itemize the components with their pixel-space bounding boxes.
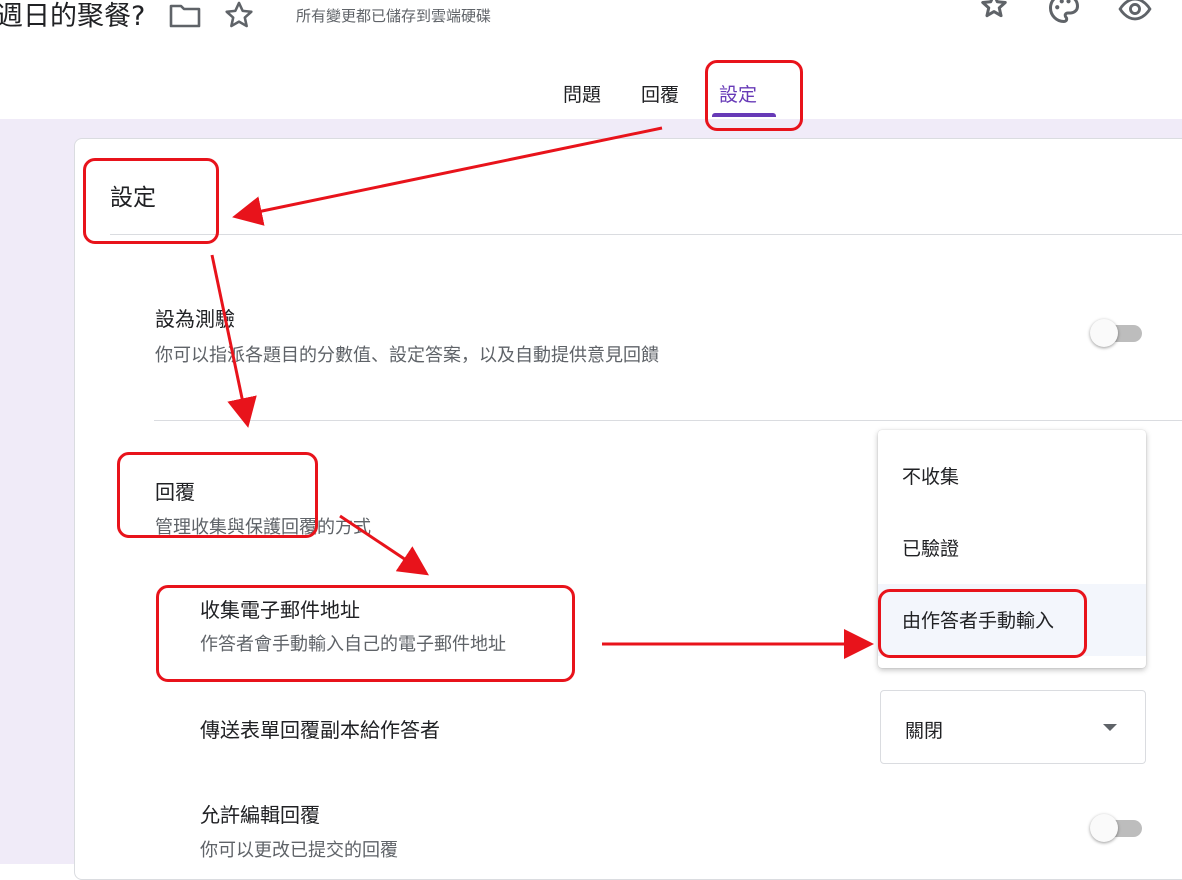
quiz-toggle[interactable] [1090,315,1146,349]
menu-option-verified[interactable]: 已驗證 [878,512,1146,584]
folder-icon[interactable] [168,0,202,34]
annotation-box-responder-input [878,589,1087,658]
quiz-setting-description: 你可以指派各題目的分數值、設定答案，以及自動提供意見回饋 [155,345,659,366]
palette-icon[interactable] [1046,0,1082,30]
divider [110,234,1182,235]
divider [154,420,1182,421]
send-copy-select[interactable]: 關閉 [880,690,1146,764]
save-status: 所有變更都已儲存到雲端硬碟 [296,7,492,25]
allow-edit-toggle[interactable] [1090,810,1146,844]
menu-option-label: 已驗證 [902,538,960,560]
send-copy-title: 傳送表單回覆副本給作答者 [200,718,440,742]
addon-icon[interactable] [976,0,1012,30]
send-copy-value: 關閉 [905,720,944,742]
allow-edit-description: 你可以更改已提交的回覆 [200,840,398,861]
menu-option-label: 不收集 [902,466,960,488]
star-icon[interactable] [222,0,256,36]
quiz-setting-title: 設為測驗 [155,307,235,331]
annotation-box-responses [117,452,318,538]
form-title[interactable]: 週日的聚餐? [0,0,145,33]
annotation-box-settings-heading [83,158,219,244]
menu-option-do-not-collect[interactable]: 不收集 [878,440,1146,512]
tab-responses[interactable]: 回覆 [641,80,679,107]
allow-edit-title: 允許編輯回覆 [200,803,320,827]
annotation-box-collect-email [156,585,575,682]
tab-questions[interactable]: 問題 [563,80,601,107]
dropdown-arrow-icon [1103,724,1117,731]
annotation-box-settings-tab [705,60,803,131]
toggle-thumb [1090,814,1118,842]
toggle-thumb [1090,319,1118,347]
preview-icon[interactable] [1116,0,1154,30]
